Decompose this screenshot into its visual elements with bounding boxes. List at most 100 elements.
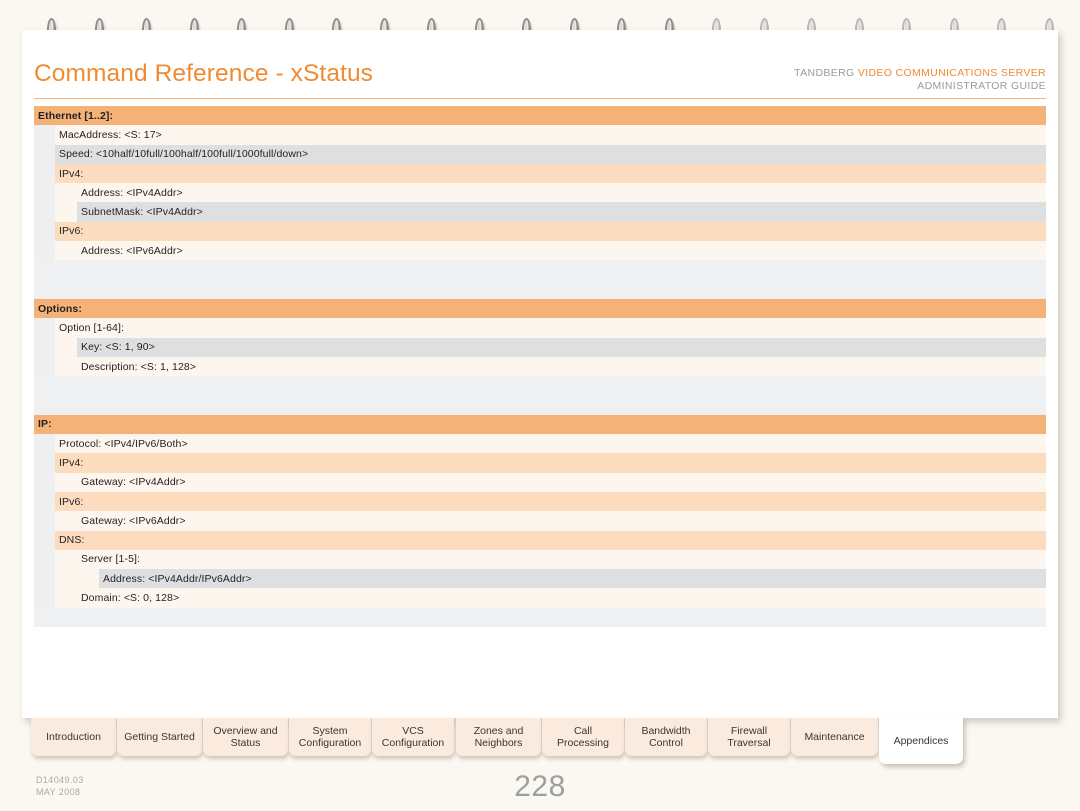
syntax-spacer-row [34,279,1046,299]
syntax-entry: Protocol: <IPv4/IPv6/Both> [55,434,1046,454]
syntax-indent-gutter [55,202,77,222]
syntax-indent-gutter [34,511,55,531]
chapter-tab-getting-started[interactable]: Getting Started [117,718,202,756]
chapter-tab-overview-and-status[interactable]: Overview and Status [203,718,288,756]
brand-highlight: VIDEO COMMUNICATIONS SERVER [857,67,1046,79]
syntax-row: Options: [34,298,1046,319]
page-footer: D14049.03 MAY 2008 228 [0,770,1080,811]
syntax-entry: SubnetMask: <IPv4Addr> [77,202,1046,222]
syntax-indent-gutter [34,569,55,589]
syntax-indent-gutter [77,569,99,589]
syntax-row: IPv4: [34,453,1046,473]
chapter-tab-bar: Introduction Getting Started Overview and S… [0,718,1080,766]
syntax-indent-gutter [34,549,55,570]
syntax-indent-gutter [34,530,55,550]
syntax-row: Ethernet [1..2]: [34,106,1046,126]
chapter-tab-maintenance[interactable]: Maintenance [791,718,878,756]
chapter-tab-appendices[interactable]: Appendices [879,718,963,764]
syntax-spacer-cell [34,607,1046,628]
chapter-tab-firewall-traversal[interactable]: Firewall Traversal [708,718,790,756]
syntax-row: Address: <IPv4Addr> [34,183,1046,203]
syntax-entry: Address: <IPv4Addr> [77,183,1046,203]
syntax-indent-gutter [55,511,77,531]
syntax-spacer-cell [34,279,1046,299]
syntax-indent-gutter [34,337,55,357]
chapter-tab-system-configuration[interactable]: System Configuration [289,718,371,756]
syntax-spacer-cell [34,376,1046,396]
syntax-indent-gutter [34,453,55,473]
syntax-sub-header: IPv6: [55,221,1046,242]
brand-block: TANDBERG VIDEO COMMUNICATIONS SERVER ADM… [794,67,1046,93]
syntax-row: Server [1-5]: [34,549,1046,570]
xstatus-syntax-table: Ethernet [1..2]: MacAddress: <S: 17> Speed… [34,106,1046,628]
syntax-indent-gutter [34,163,55,184]
syntax-section-header: IP: [34,414,1046,435]
syntax-indent-gutter [34,472,55,492]
syntax-sub-header: IPv4: [55,453,1046,473]
syntax-spacer-cell [34,395,1046,415]
syntax-row: Address: <IPv4Addr/IPv6Addr> [34,569,1046,589]
syntax-indent-gutter [55,183,77,203]
syntax-spacer-row [34,376,1046,396]
syntax-indent-gutter [55,472,77,492]
syntax-indent-gutter [34,202,55,222]
syntax-spacer-row [34,607,1046,628]
syntax-row: Key: <S: 1, 90> [34,337,1046,357]
syntax-spacer-cell [34,260,1046,280]
chapter-tab-bandwidth-control[interactable]: Bandwidth Control [625,718,707,756]
syntax-row: DNS: [34,530,1046,550]
document-header: Command Reference - xStatus TANDBERG VID… [34,60,1046,112]
syntax-indent-gutter [55,356,77,377]
syntax-row: Description: <S: 1, 128> [34,356,1046,377]
syntax-entry: Gateway: <IPv4Addr> [77,472,1046,492]
syntax-section-header: Ethernet [1..2]: [34,106,1046,126]
syntax-row: Domain: <S: 0, 128> [34,588,1046,608]
syntax-section-header: Options: [34,298,1046,319]
chapter-tab-call-processing[interactable]: Call Processing [542,718,624,756]
syntax-sub-header: IPv4: [55,163,1046,184]
page-title: Command Reference - xStatus [34,60,374,87]
syntax-indent-gutter [55,549,77,570]
syntax-indent-gutter [34,183,55,203]
syntax-entry: Speed: <10half/10full/100half/100full/10… [55,144,1046,164]
syntax-entry: Key: <S: 1, 90> [77,337,1046,357]
syntax-sub-header: DNS: [55,530,1046,550]
syntax-entry: Gateway: <IPv6Addr> [77,511,1046,531]
brand-prefix: TANDBERG [794,67,855,79]
document-sheet: Command Reference - xStatus TANDBERG VID… [22,30,1058,718]
chapter-tab-vcs-configuration[interactable]: VCS Configuration [372,718,454,756]
syntax-row: IPv4: [34,163,1046,184]
syntax-indent-gutter [34,318,55,338]
document-page-viewer: Command Reference - xStatus TANDBERG VID… [0,0,1080,811]
syntax-indent-gutter [34,125,55,145]
syntax-entry: MacAddress: <S: 17> [55,125,1046,145]
syntax-indent-gutter [34,144,55,164]
syntax-indent-gutter [34,434,55,454]
syntax-indent-gutter [34,356,55,377]
syntax-indent-gutter [34,241,55,261]
syntax-indent-gutter [55,569,77,589]
syntax-entry: Address: <IPv6Addr> [77,241,1046,261]
brand-product-line: TANDBERG VIDEO COMMUNICATIONS SERVER [794,67,1046,80]
chapter-tab-zones-and-neighbors[interactable]: Zones and Neighbors [456,718,541,756]
syntax-indent-gutter [55,337,77,357]
syntax-indent-gutter [34,588,55,608]
syntax-indent-gutter [34,491,55,512]
syntax-row: Speed: <10half/10full/100half/100full/10… [34,144,1046,164]
syntax-row: MacAddress: <S: 17> [34,125,1046,145]
syntax-entry: Description: <S: 1, 128> [77,356,1046,377]
syntax-row: Option [1-64]: [34,318,1046,338]
syntax-row: IPv6: [34,491,1046,512]
syntax-row: Gateway: <IPv6Addr> [34,511,1046,531]
syntax-row: Protocol: <IPv4/IPv6/Both> [34,434,1046,454]
brand-subtitle: ADMINISTRATOR GUIDE [917,80,1046,92]
syntax-entry: Server [1-5]: [77,549,1046,570]
title-divider [34,98,1046,99]
syntax-sub-header: IPv6: [55,491,1046,512]
syntax-row: Gateway: <IPv4Addr> [34,472,1046,492]
syntax-entry: Option [1-64]: [55,318,1046,338]
syntax-entry: Address: <IPv4Addr/IPv6Addr> [99,569,1046,589]
syntax-row: IPv6: [34,221,1046,242]
chapter-tab-introduction[interactable]: Introduction [31,718,116,756]
syntax-entry: Domain: <S: 0, 128> [77,588,1046,608]
